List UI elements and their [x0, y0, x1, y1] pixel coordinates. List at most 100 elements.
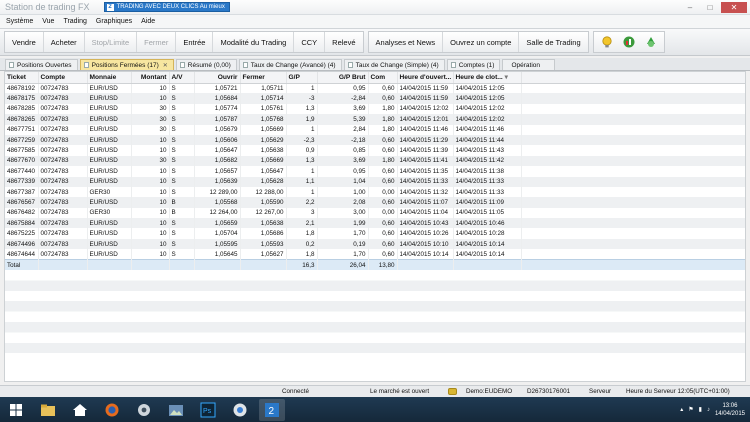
table-cell-filler [521, 228, 745, 239]
column-header-ticket[interactable]: Ticket [5, 72, 39, 84]
table-row[interactable]: 48677259 00724783 EUR/USD 10 S 1,05606 1,05629… [5, 134, 745, 146]
tab-close-icon[interactable]: ✕ [163, 62, 168, 69]
column-header-side[interactable]: A/V [169, 72, 195, 84]
table-row[interactable]: 48678192 00724783 EUR/USD 10 S 1,05721 1,05711… [5, 83, 745, 94]
table-row[interactable]: 48678285 00724783 EUR/USD 30 S 1,05774 1,05761… [5, 103, 745, 115]
close-position-button[interactable]: Fermer [137, 32, 177, 52]
table-row[interactable]: 48674644 00724783 EUR/USD 10 S 1,05645 1,05627… [5, 249, 745, 260]
table-row[interactable]: 48677670 00724783 EUR/USD 30 S 1,05682 1,05669… [5, 155, 745, 167]
globe-chart-icon[interactable] [620, 33, 638, 51]
photoshop-icon[interactable]: Ps [195, 399, 221, 421]
table-row[interactable]: 48677751 00724783 EUR/USD 30 S 1,05679 1,05669… [5, 124, 745, 135]
trading-room-button[interactable]: Salle de Trading [519, 32, 587, 52]
stop-limit-button[interactable]: Stop/Limite [85, 32, 138, 52]
info-button-group: Analyses et News Ouvrez un compte Salle … [367, 31, 589, 53]
column-header-close[interactable]: Fermer [240, 72, 287, 84]
volume-icon[interactable]: ♪ [707, 407, 710, 413]
table-cell-filler [521, 176, 745, 187]
menu-charts[interactable]: Graphiques [96, 18, 132, 25]
tab-rates-simple[interactable]: Taux de Change (Simple) (4) [343, 59, 445, 70]
recycle-icon[interactable] [642, 33, 660, 51]
table-cell: S [169, 228, 195, 239]
column-header-open[interactable]: Ouvrir [194, 72, 241, 84]
table-row[interactable]: 48678265 00724783 EUR/USD 30 S 1,05787 1,05768… [5, 114, 745, 125]
table-cell: EUR/USD [87, 124, 132, 135]
menu-system[interactable]: Système [6, 18, 33, 25]
table-row[interactable]: 48676567 00724783 EUR/USD 10 B 1,05568 1,05590… [5, 197, 745, 208]
minimize-icon[interactable]: – [681, 2, 699, 13]
menu-bar: Système Vue Trading Graphiques Aide [0, 15, 750, 28]
menu-help[interactable]: Aide [141, 18, 155, 25]
table-cell: 14/04/2015 12:05 [453, 93, 522, 104]
table-row[interactable]: 48675225 00724783 EUR/USD 10 S 1,05704 1,05686… [5, 228, 745, 239]
menu-trading[interactable]: Trading [63, 18, 86, 25]
tab-rates-advanced[interactable]: Taux de Change (Avancé) (4) [238, 59, 342, 70]
table-cell: B [169, 207, 195, 219]
table-cell: 1 [286, 124, 318, 135]
gallery-icon[interactable] [163, 399, 189, 421]
column-header-open-time[interactable]: Heure d'ouvert... [397, 72, 454, 84]
table-row[interactable]: 48674496 00724783 EUR/USD 10 S 1,05595 1,05593… [5, 238, 745, 250]
table-row[interactable]: 48677339 00724783 EUR/USD 10 S 1,05639 1,05628… [5, 176, 745, 187]
tab-summary[interactable]: Résumé (0,00) [175, 59, 237, 70]
trading-station-icon[interactable]: 2 [259, 398, 285, 421]
grid-empty-area [5, 270, 745, 361]
table-row[interactable]: 48677387 00724783 GER30 10 S 12 289,00 12 288,… [5, 186, 745, 198]
column-header-pl[interactable]: G/P [286, 72, 318, 84]
table-cell: 14/04/2015 11:39 [397, 145, 454, 156]
table-row[interactable]: 48678175 00724783 EUR/USD 10 S 1,05684 1,05714… [5, 93, 745, 104]
table-row[interactable]: 48676482 00724783 GER30 10 B 12 264,00 12 267,… [5, 207, 745, 219]
table-row[interactable]: 48675884 00724783 EUR/USD 10 S 1,05659 1,05638… [5, 218, 745, 229]
chrome-icon[interactable] [227, 399, 253, 421]
column-header-currency[interactable]: Monnaie [87, 72, 132, 84]
table-row[interactable]: 48677585 00724783 EUR/USD 10 S 1,05647 1,05638… [5, 145, 745, 156]
tray-up-arrow-icon[interactable]: ▴ [680, 406, 683, 413]
tab-accounts[interactable]: Comptes (1) [446, 59, 501, 70]
table-cell: 1,80 [368, 155, 398, 167]
column-header-commission[interactable]: Com [368, 72, 398, 84]
table-cell-filler [521, 238, 745, 250]
panel-tabs: Positions Ouvertes Positions Fermées (17… [0, 58, 750, 71]
firefox-icon[interactable] [99, 399, 125, 421]
server-label: Serveur [589, 388, 612, 395]
file-explorer-icon[interactable] [35, 399, 61, 421]
table-cell: 0,60 [368, 197, 398, 208]
column-header-gross-pl[interactable]: G/P Brut [317, 72, 369, 84]
table-row[interactable]: 48677440 00724783 EUR/USD 10 S 1,05657 1,05647… [5, 166, 745, 177]
table-cell: 0,19 [317, 238, 369, 250]
tab-open-positions[interactable]: Positions Ouvertes [5, 59, 78, 70]
analysis-news-button[interactable]: Analyses et News [369, 32, 444, 52]
menu-view[interactable]: Vue [42, 18, 54, 25]
table-cell: 00724783 [38, 228, 88, 239]
total-cell [169, 259, 195, 271]
table-cell: 1,70 [317, 249, 369, 260]
home-icon[interactable] [67, 399, 93, 421]
tab-operation[interactable]: Opération [502, 59, 556, 70]
document-icon [9, 62, 14, 68]
column-header-account[interactable]: Compte [38, 72, 88, 84]
flag-icon[interactable]: ⚑ [688, 406, 693, 413]
trading-mode-button[interactable]: Modalité du Trading [213, 32, 295, 52]
two-click-trading-toggle[interactable]: 2 TRADING AVEC DEUX CLICS Au mieux [103, 2, 230, 12]
lightbulb-icon[interactable] [598, 33, 616, 51]
buy-button[interactable]: Acheter [44, 32, 85, 52]
tab-closed-positions[interactable]: Positions Fermées (17) ✕ [79, 59, 174, 70]
column-header-close-time[interactable]: Heure de clot... ▾ [453, 72, 522, 84]
maximize-icon[interactable]: □ [701, 2, 719, 13]
table-cell: 0,60 [368, 166, 398, 177]
table-cell: 14/04/2015 11:42 [453, 155, 522, 167]
statement-button[interactable]: Relevé [325, 32, 362, 52]
windows-start-icon[interactable] [3, 399, 29, 421]
sell-button[interactable]: Vendre [5, 32, 44, 52]
open-account-button[interactable]: Ouvrez un compte [443, 32, 520, 52]
entry-button[interactable]: Entrée [176, 32, 214, 52]
document-icon [347, 62, 353, 68]
ccy-button[interactable]: CCY [294, 32, 326, 52]
network-icon[interactable]: ▮ [699, 406, 702, 413]
table-cell: 14/04/2015 11:33 [453, 186, 522, 198]
settings-icon[interactable] [131, 399, 157, 421]
table-cell: 48677339 [5, 176, 39, 187]
column-header-amount[interactable]: Montant [131, 72, 170, 84]
clock[interactable]: 13:06 14/04/2015 [715, 402, 745, 418]
close-icon[interactable]: ✕ [721, 1, 747, 13]
